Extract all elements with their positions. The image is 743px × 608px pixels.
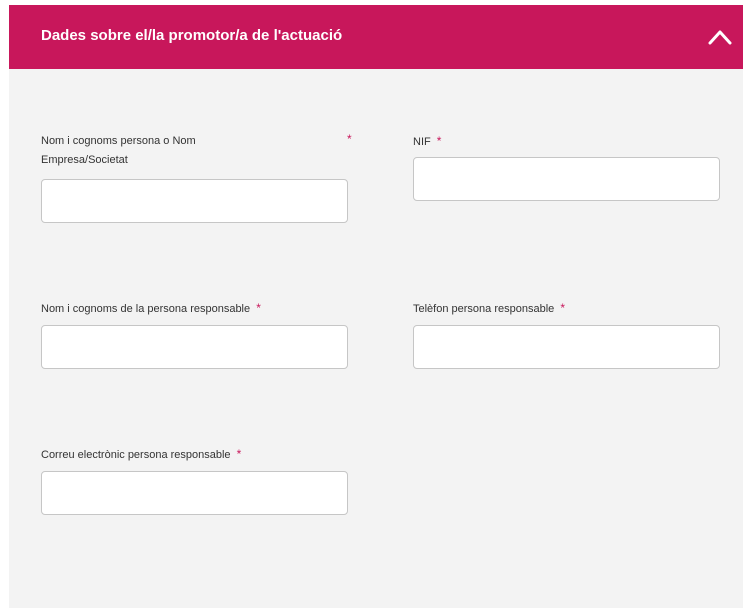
promoter-data-section: Dades sobre el/la promotor/a de l'actuac… [9, 5, 743, 608]
nif-required-marker: * [436, 134, 442, 148]
responsible-name-required-marker: * [256, 301, 261, 315]
name-company-input[interactable] [41, 179, 348, 223]
chevron-up-icon[interactable] [707, 26, 733, 48]
name-company-label-line1: Nom i cognoms persona o Nom [41, 135, 196, 147]
nif-label: NIF * [413, 132, 441, 152]
responsible-phone-input[interactable] [413, 325, 720, 369]
responsible-phone-label-text: Telèfon persona responsable [413, 303, 555, 315]
name-company-label-line2: Empresa/Societat [41, 154, 128, 166]
responsible-phone-required-marker: * [560, 301, 565, 315]
section-title: Dades sobre el/la promotor/a de l'actuac… [41, 27, 343, 44]
responsible-name-label-text: Nom i cognoms de la persona responsable [41, 303, 251, 315]
responsible-phone-label: Telèfon persona responsable * [413, 299, 565, 319]
responsible-email-input[interactable] [41, 471, 348, 515]
responsible-name-label: Nom i cognoms de la persona responsable … [41, 299, 261, 319]
responsible-email-label-text: Correu electrònic persona responsable [41, 449, 231, 461]
responsible-email-required-marker: * [236, 447, 242, 461]
responsible-email-label: Correu electrònic persona responsable * [41, 445, 241, 465]
name-company-label: Nom i cognoms persona o Nom Empresa/Soci… [41, 132, 196, 170]
name-company-required-marker: * [347, 132, 352, 146]
responsible-name-input[interactable] [41, 325, 348, 369]
nif-label-text: NIF [413, 136, 431, 148]
section-header[interactable]: Dades sobre el/la promotor/a de l'actuac… [9, 5, 743, 69]
nif-input[interactable] [413, 157, 720, 201]
